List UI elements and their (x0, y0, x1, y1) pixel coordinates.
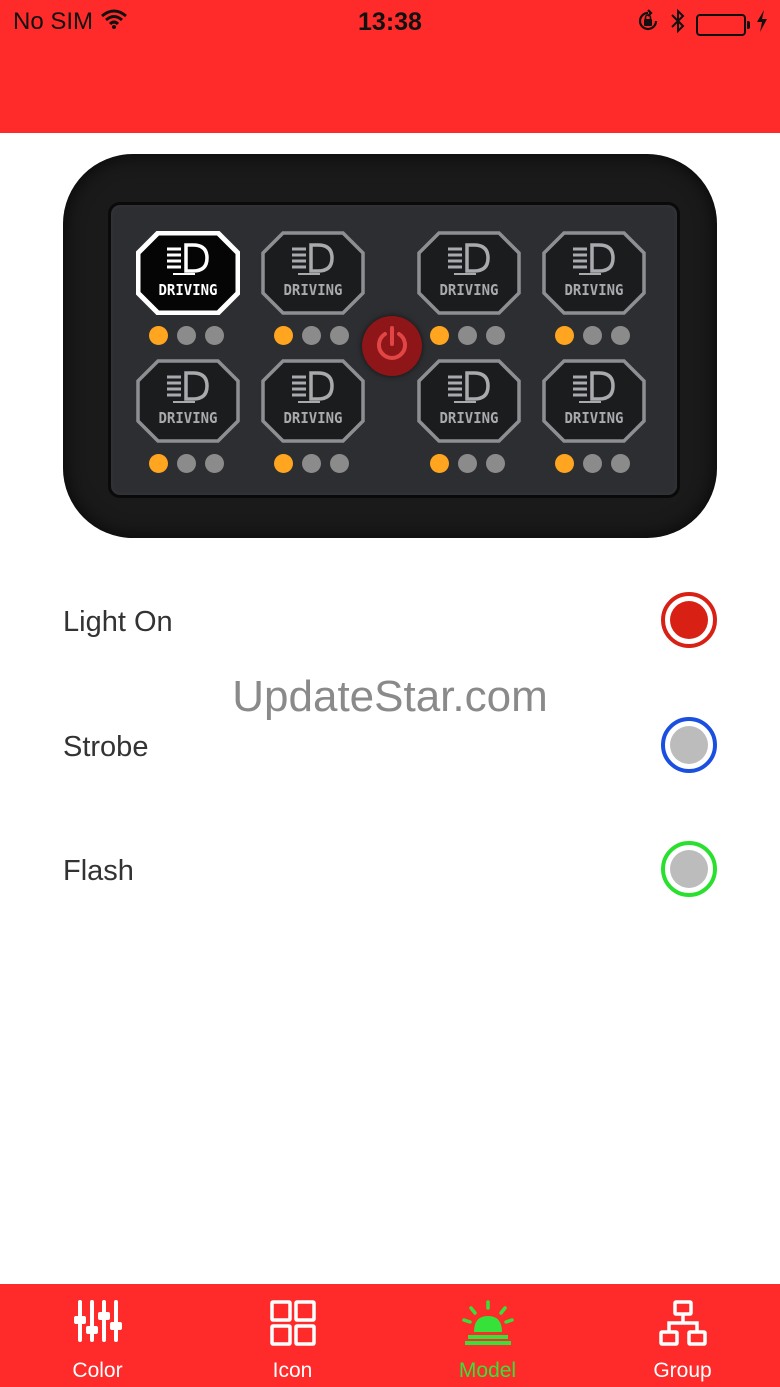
led-off (486, 453, 505, 473)
led-off (330, 325, 349, 345)
led-off (611, 453, 630, 473)
level-indicator (430, 325, 520, 345)
headlight-icon (542, 371, 646, 403)
radio-dot (670, 726, 708, 764)
status-bar: No SIM 13:38 (0, 0, 780, 44)
switch-3[interactable]: DRIVING (417, 231, 521, 315)
led-off (302, 453, 321, 473)
led-off (205, 325, 224, 345)
radio-selected-dot (670, 601, 708, 639)
mode-label: Strobe (63, 731, 149, 763)
level-indicator (555, 453, 645, 473)
switch-panel: DRIVING DRIVING DRIVING DRIVING DRIVING DRIVI… (108, 202, 680, 498)
orientation-lock-icon (636, 9, 660, 40)
mode-row-flash[interactable]: Flash (63, 841, 717, 905)
mode-label: Flash (63, 855, 134, 887)
app-header: No SIM 13:38 (0, 0, 780, 133)
tab-label: Icon (272, 1359, 313, 1382)
sliders-icon (0, 1300, 195, 1350)
led-off (177, 325, 196, 345)
led-on (555, 453, 574, 473)
led-on (430, 325, 449, 345)
level-indicator (274, 325, 364, 345)
level-indicator (274, 453, 364, 473)
switch-1[interactable]: DRIVING (135, 230, 241, 316)
switch-label: DRIVING (283, 282, 343, 300)
headlight-icon (542, 243, 646, 275)
battery-icon (696, 13, 750, 36)
led-on (555, 325, 574, 345)
status-icons (636, 8, 768, 41)
switch-4[interactable]: DRIVING (542, 231, 646, 315)
led-off (458, 453, 477, 473)
switch-5[interactable]: DRIVING (136, 359, 240, 443)
led-on (274, 453, 293, 473)
led-off (583, 453, 602, 473)
switch-label: DRIVING (564, 410, 624, 428)
level-indicator (149, 325, 239, 345)
switch-2[interactable]: DRIVING (261, 231, 365, 315)
tab-label: Group (653, 1359, 712, 1382)
switch-6[interactable]: DRIVING (261, 359, 365, 443)
led-off (205, 453, 224, 473)
power-button[interactable] (362, 316, 422, 376)
led-off (611, 325, 630, 345)
switch-7[interactable]: DRIVING (417, 359, 521, 443)
hierarchy-icon (585, 1300, 780, 1350)
led-off (458, 325, 477, 345)
switch-panel-device: DRIVING DRIVING DRIVING DRIVING DRIVING DRIVI… (63, 154, 717, 538)
led-off (302, 325, 321, 345)
headlight-icon (261, 243, 365, 275)
level-indicator (430, 453, 520, 473)
led-off (486, 325, 505, 345)
headlight-icon (261, 371, 365, 403)
headlight-icon (417, 371, 521, 403)
led-on (149, 325, 168, 345)
tab-color[interactable]: Color (0, 1284, 195, 1387)
led-off (177, 453, 196, 473)
switch-label: DRIVING (158, 282, 218, 300)
mode-radio[interactable] (661, 841, 717, 897)
watermark: UpdateStar.com (232, 672, 548, 721)
mode-row-light-on[interactable]: Light On (63, 592, 717, 656)
tab-group[interactable]: Group (585, 1284, 780, 1387)
switch-label: DRIVING (439, 282, 499, 300)
mode-row-strobe[interactable]: Strobe (63, 717, 717, 781)
led-on (149, 453, 168, 473)
mode-radio[interactable] (661, 717, 717, 773)
led-off (330, 453, 349, 473)
switch-8[interactable]: DRIVING (542, 359, 646, 443)
tab-label: Color (72, 1359, 123, 1382)
tab-icon[interactable]: Icon (195, 1284, 390, 1387)
bluetooth-icon (670, 8, 686, 41)
led-on (430, 453, 449, 473)
switch-label: DRIVING (564, 282, 624, 300)
level-indicator (555, 325, 645, 345)
led-off (583, 325, 602, 345)
level-indicator (149, 453, 239, 473)
switch-label: DRIVING (439, 410, 499, 428)
headlight-icon (417, 243, 521, 275)
charging-icon (756, 10, 768, 39)
mode-radio[interactable] (661, 592, 717, 648)
tab-label: Model (458, 1359, 517, 1382)
tab-model[interactable]: Model (390, 1284, 585, 1387)
beacon-icon (390, 1300, 585, 1350)
radio-dot (670, 850, 708, 888)
switch-label: DRIVING (158, 410, 218, 428)
headlight-icon (136, 371, 240, 403)
tab-bar: Color Icon Model Group (0, 1284, 780, 1387)
power-icon (372, 324, 412, 369)
led-on (274, 325, 293, 345)
headlight-icon (136, 243, 240, 275)
switch-label: DRIVING (283, 410, 343, 428)
grid-icon (195, 1300, 390, 1350)
mode-label: Light On (63, 606, 173, 638)
